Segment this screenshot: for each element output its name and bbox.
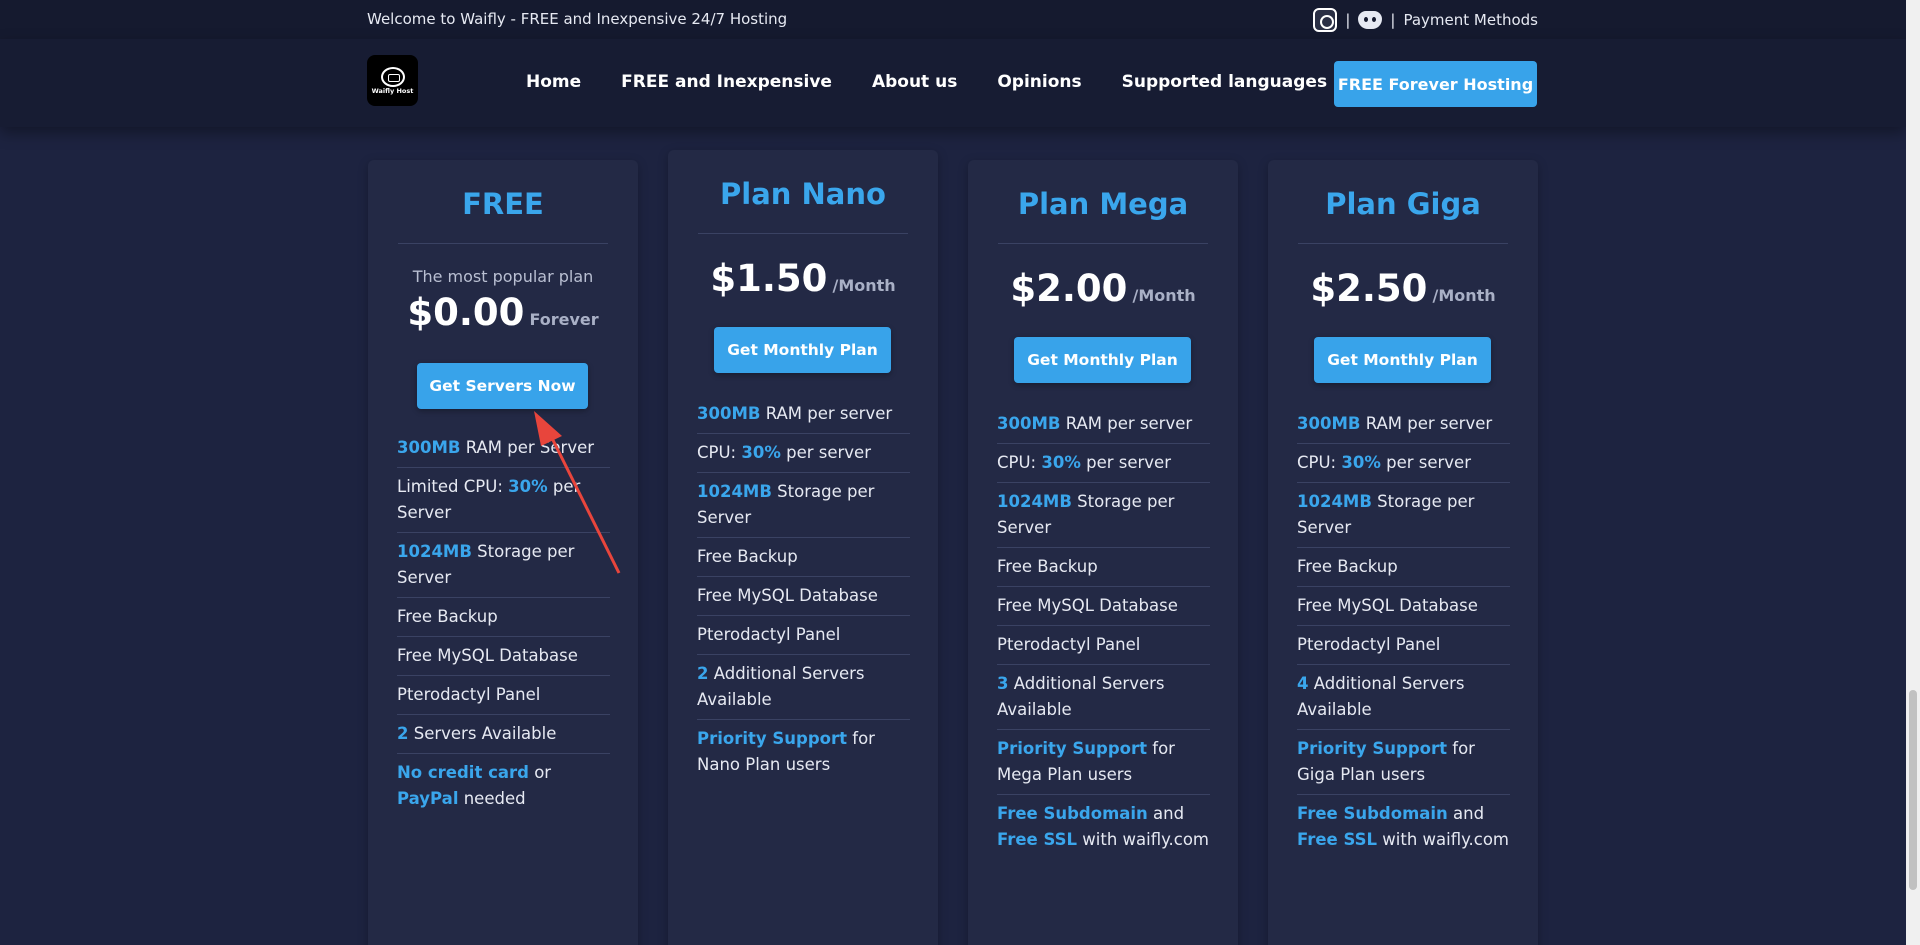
scrollbar-thumb[interactable] — [1909, 690, 1917, 890]
annotation-arrow — [534, 411, 621, 574]
annotation-arrow-shaft — [545, 427, 621, 574]
scrollbar[interactable] — [1906, 0, 1920, 945]
annotation-arrow-head — [534, 411, 562, 446]
